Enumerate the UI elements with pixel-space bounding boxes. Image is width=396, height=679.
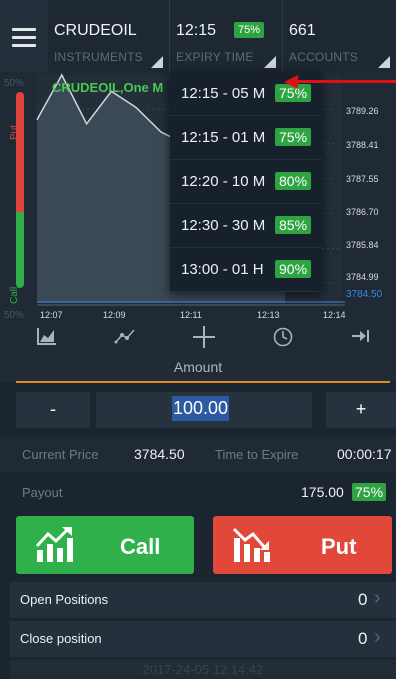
chart-type-icon[interactable] [30, 326, 64, 350]
time-to-expire-value: 00:00:17 [337, 446, 392, 462]
clock-icon[interactable] [266, 326, 300, 350]
expiry-option-label: 12:15 - 01 M [181, 129, 266, 146]
footer-bar: 2017-24-05 12:14:42 [10, 660, 396, 679]
chart-toolbar [0, 324, 396, 352]
account-balance: 661 [289, 22, 316, 39]
time-to-expire-label: Time to Expire [215, 447, 299, 462]
expiry-option-payout-badge: 85% [275, 216, 312, 234]
expiry-option-label: 12:15 - 05 M [181, 85, 266, 102]
top-bar: CRUDEOIL INSTRUMENTS 12:15 75% EXPIRY TI… [0, 0, 396, 72]
close-position-row[interactable]: Close position 0 › [10, 621, 396, 657]
amount-underline [16, 381, 390, 383]
expiry-option-payout-badge: 90% [275, 260, 312, 278]
amount-header: Amount [0, 352, 396, 382]
current-price-value: 3784.50 [134, 446, 185, 462]
open-positions-count: 0 [358, 590, 368, 609]
instrument-name: CRUDEOIL [54, 22, 137, 39]
x-tick-label: 12:11 [180, 310, 202, 320]
payout-row: Payout 175.00 75% [0, 474, 396, 510]
chart-title: CRUDEOIL,One M [52, 80, 164, 95]
minus-label: - [50, 399, 56, 419]
current-price-label: Current Price [22, 447, 99, 462]
put-trend-down-icon [232, 527, 270, 562]
menu-bar-line [12, 28, 36, 31]
server-datetime: 2017-24-05 12:14:42 [142, 662, 264, 677]
y-tick-label: 3789.26 [346, 106, 379, 116]
accounts-label: ACCOUNTS [289, 50, 358, 64]
decrease-amount-button[interactable]: - [16, 392, 90, 428]
scroll-end-icon[interactable] [344, 326, 378, 350]
dropdown-corner-icon [264, 56, 276, 68]
expiry-option[interactable]: 12:20 - 10 M 80% [170, 160, 322, 204]
accounts-selector[interactable]: 661 ACCOUNTS [283, 0, 396, 72]
y-tick-label: 3785.84 [346, 240, 379, 250]
current-price-marker: 3784.50 [346, 289, 383, 300]
open-positions-row[interactable]: Open Positions 0 › [10, 582, 396, 618]
annotation-arrow-line [296, 80, 396, 83]
menu-bar-line [12, 44, 36, 47]
call-trend-up-icon [35, 527, 73, 562]
x-tick-label: 12:07 [40, 310, 63, 320]
y-tick-label: 3786.70 [346, 207, 379, 217]
x-tick-label: 12:09 [103, 310, 126, 320]
increase-amount-button[interactable]: + [326, 392, 396, 428]
x-tick-label: 12:14 [323, 310, 346, 320]
payout-label: Payout [22, 485, 63, 500]
open-positions-label: Open Positions [20, 592, 109, 607]
expiry-time-selector[interactable]: 12:15 75% EXPIRY TIME [170, 0, 283, 72]
instruments-label: INSTRUMENTS [54, 50, 143, 64]
dropdown-corner-icon [378, 56, 390, 68]
expiry-option-payout-badge: 80% [275, 172, 312, 190]
expiry-option[interactable]: 12:15 - 05 M 75% [170, 72, 322, 116]
chevron-right-icon: › [374, 626, 381, 648]
expiry-option-payout-badge: 75% [275, 128, 312, 146]
expiry-option-label: 12:20 - 10 M [181, 173, 266, 190]
dropdown-corner-icon [151, 56, 163, 68]
expiry-option[interactable]: 13:00 - 01 H 90% [170, 248, 322, 292]
payout-value: 175.00 [301, 484, 344, 500]
payout-percent-badge: 75% [352, 483, 387, 501]
chevron-right-icon: › [374, 587, 381, 609]
expiry-dropdown-menu: 12:15 - 05 M 75% 12:15 - 01 M 75% 12:20 … [170, 72, 322, 292]
call-button-label: Call [120, 534, 161, 559]
call-button[interactable]: Call [16, 516, 194, 574]
indicators-icon[interactable] [108, 326, 142, 350]
amount-label: Amount [173, 359, 223, 375]
expiry-time-value: 12:15 [176, 22, 217, 39]
expiry-option[interactable]: 12:15 - 01 M 75% [170, 116, 322, 160]
y-tick-label: 3784.99 [346, 272, 379, 282]
y-tick-label: 3787.55 [346, 174, 379, 184]
menu-bar-line [12, 36, 36, 39]
annotation-arrow-icon [284, 75, 298, 89]
amount-value[interactable]: 100.00 [172, 396, 230, 421]
hamburger-menu-button[interactable] [0, 0, 48, 72]
price-info-row: Current Price 3784.50 Time to Expire 00:… [0, 436, 396, 472]
crosshair-icon[interactable] [187, 326, 221, 350]
expiry-option-label: 12:30 - 30 M [181, 217, 266, 234]
y-tick-label: 3788.41 [346, 140, 379, 150]
put-button-label: Put [321, 534, 357, 559]
expiry-option[interactable]: 12:30 - 30 M 85% [170, 204, 322, 248]
x-tick-label: 12:13 [257, 310, 280, 320]
expiry-payout-badge: 75% [234, 22, 265, 38]
instruments-selector[interactable]: CRUDEOIL INSTRUMENTS [48, 0, 170, 72]
plus-label: + [355, 399, 367, 419]
put-button[interactable]: Put [213, 516, 392, 574]
close-position-count: 0 [358, 629, 368, 648]
expiry-time-label: EXPIRY TIME [176, 50, 254, 64]
close-position-label: Close position [20, 631, 102, 646]
expiry-option-label: 13:00 - 01 H [181, 261, 264, 278]
